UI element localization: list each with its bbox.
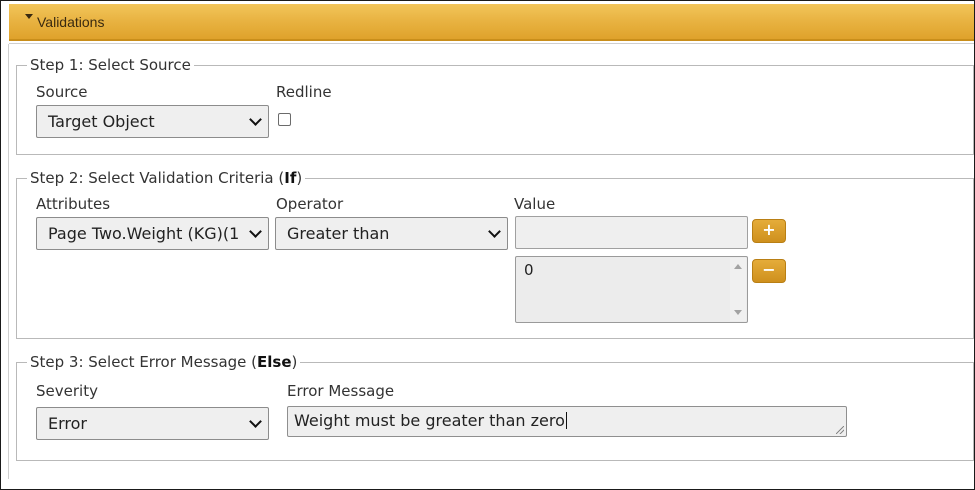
operator-label: Operator [276, 195, 344, 213]
remove-value-button[interactable]: − [752, 259, 786, 283]
step1-legend: Step 1: Select Source [27, 56, 194, 74]
scroll-up-icon[interactable] [734, 264, 742, 269]
add-value-button[interactable]: + [752, 219, 786, 243]
error-message-textarea[interactable]: Weight must be greater than zero [287, 406, 847, 437]
value-input[interactable] [515, 216, 748, 249]
attributes-select-value: Page Two.Weight (KG)(1 [48, 224, 240, 243]
step3-legend: Step 3: Select Error Message (Else) [27, 353, 301, 371]
chevron-down-icon [488, 225, 501, 238]
source-select[interactable]: Target Object [36, 105, 269, 138]
chevron-down-icon [249, 415, 262, 428]
source-label: Source [36, 83, 88, 101]
source-select-value: Target Object [48, 112, 155, 131]
validations-header[interactable]: Validations [9, 4, 974, 41]
content-left-border [8, 44, 9, 479]
chevron-down-icon [249, 113, 262, 126]
collapse-caret-icon[interactable] [25, 14, 33, 19]
values-list[interactable]: 0 [515, 256, 748, 323]
validations-panel: Validations Step 1: Select Source Source… [0, 0, 975, 490]
step2-legend: Step 2: Select Validation Criteria (If) [27, 169, 306, 187]
text-cursor [565, 412, 567, 429]
severity-select[interactable]: Error [36, 407, 269, 440]
value-label: Value [514, 195, 556, 213]
step3-fieldset: Step 3: Select Error Message (Else) Seve… [16, 353, 974, 461]
panel-title: Validations [37, 14, 105, 30]
redline-checkbox[interactable] [278, 113, 291, 126]
step1-fieldset: Step 1: Select Source Source Target Obje… [16, 56, 974, 155]
error-message-value: Weight must be greater than zero [294, 411, 565, 430]
attributes-label: Attributes [36, 195, 111, 213]
values-scrollbar[interactable] [730, 258, 746, 321]
resize-handle-icon[interactable] [836, 426, 844, 434]
chevron-down-icon [249, 225, 262, 238]
operator-select[interactable]: Greater than [275, 217, 508, 250]
values-list-item[interactable]: 0 [524, 261, 534, 279]
severity-label: Severity [36, 382, 98, 400]
operator-select-value: Greater than [287, 224, 390, 243]
error-message-label: Error Message [287, 382, 395, 400]
redline-label: Redline [276, 83, 332, 101]
attributes-select[interactable]: Page Two.Weight (KG)(1 [36, 217, 269, 250]
severity-select-value: Error [48, 414, 87, 433]
scroll-down-icon[interactable] [734, 310, 742, 315]
step2-fieldset: Step 2: Select Validation Criteria (If) … [16, 169, 974, 339]
header-divider [9, 43, 974, 44]
